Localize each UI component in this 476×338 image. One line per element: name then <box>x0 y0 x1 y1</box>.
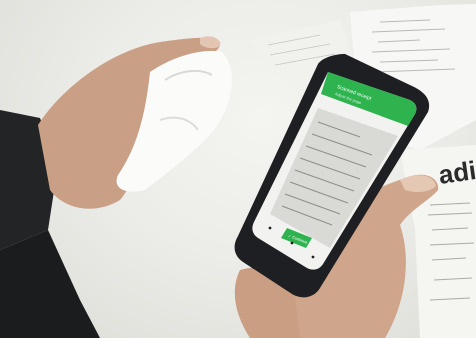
photo-illustration: adiu <box>0 4 476 338</box>
photo-scene: adiu Scanned receipt Adjust the page ✓ C… <box>0 0 476 338</box>
background-receipt-bottom: adiu <box>400 145 476 338</box>
lower-sleeve <box>0 230 100 338</box>
